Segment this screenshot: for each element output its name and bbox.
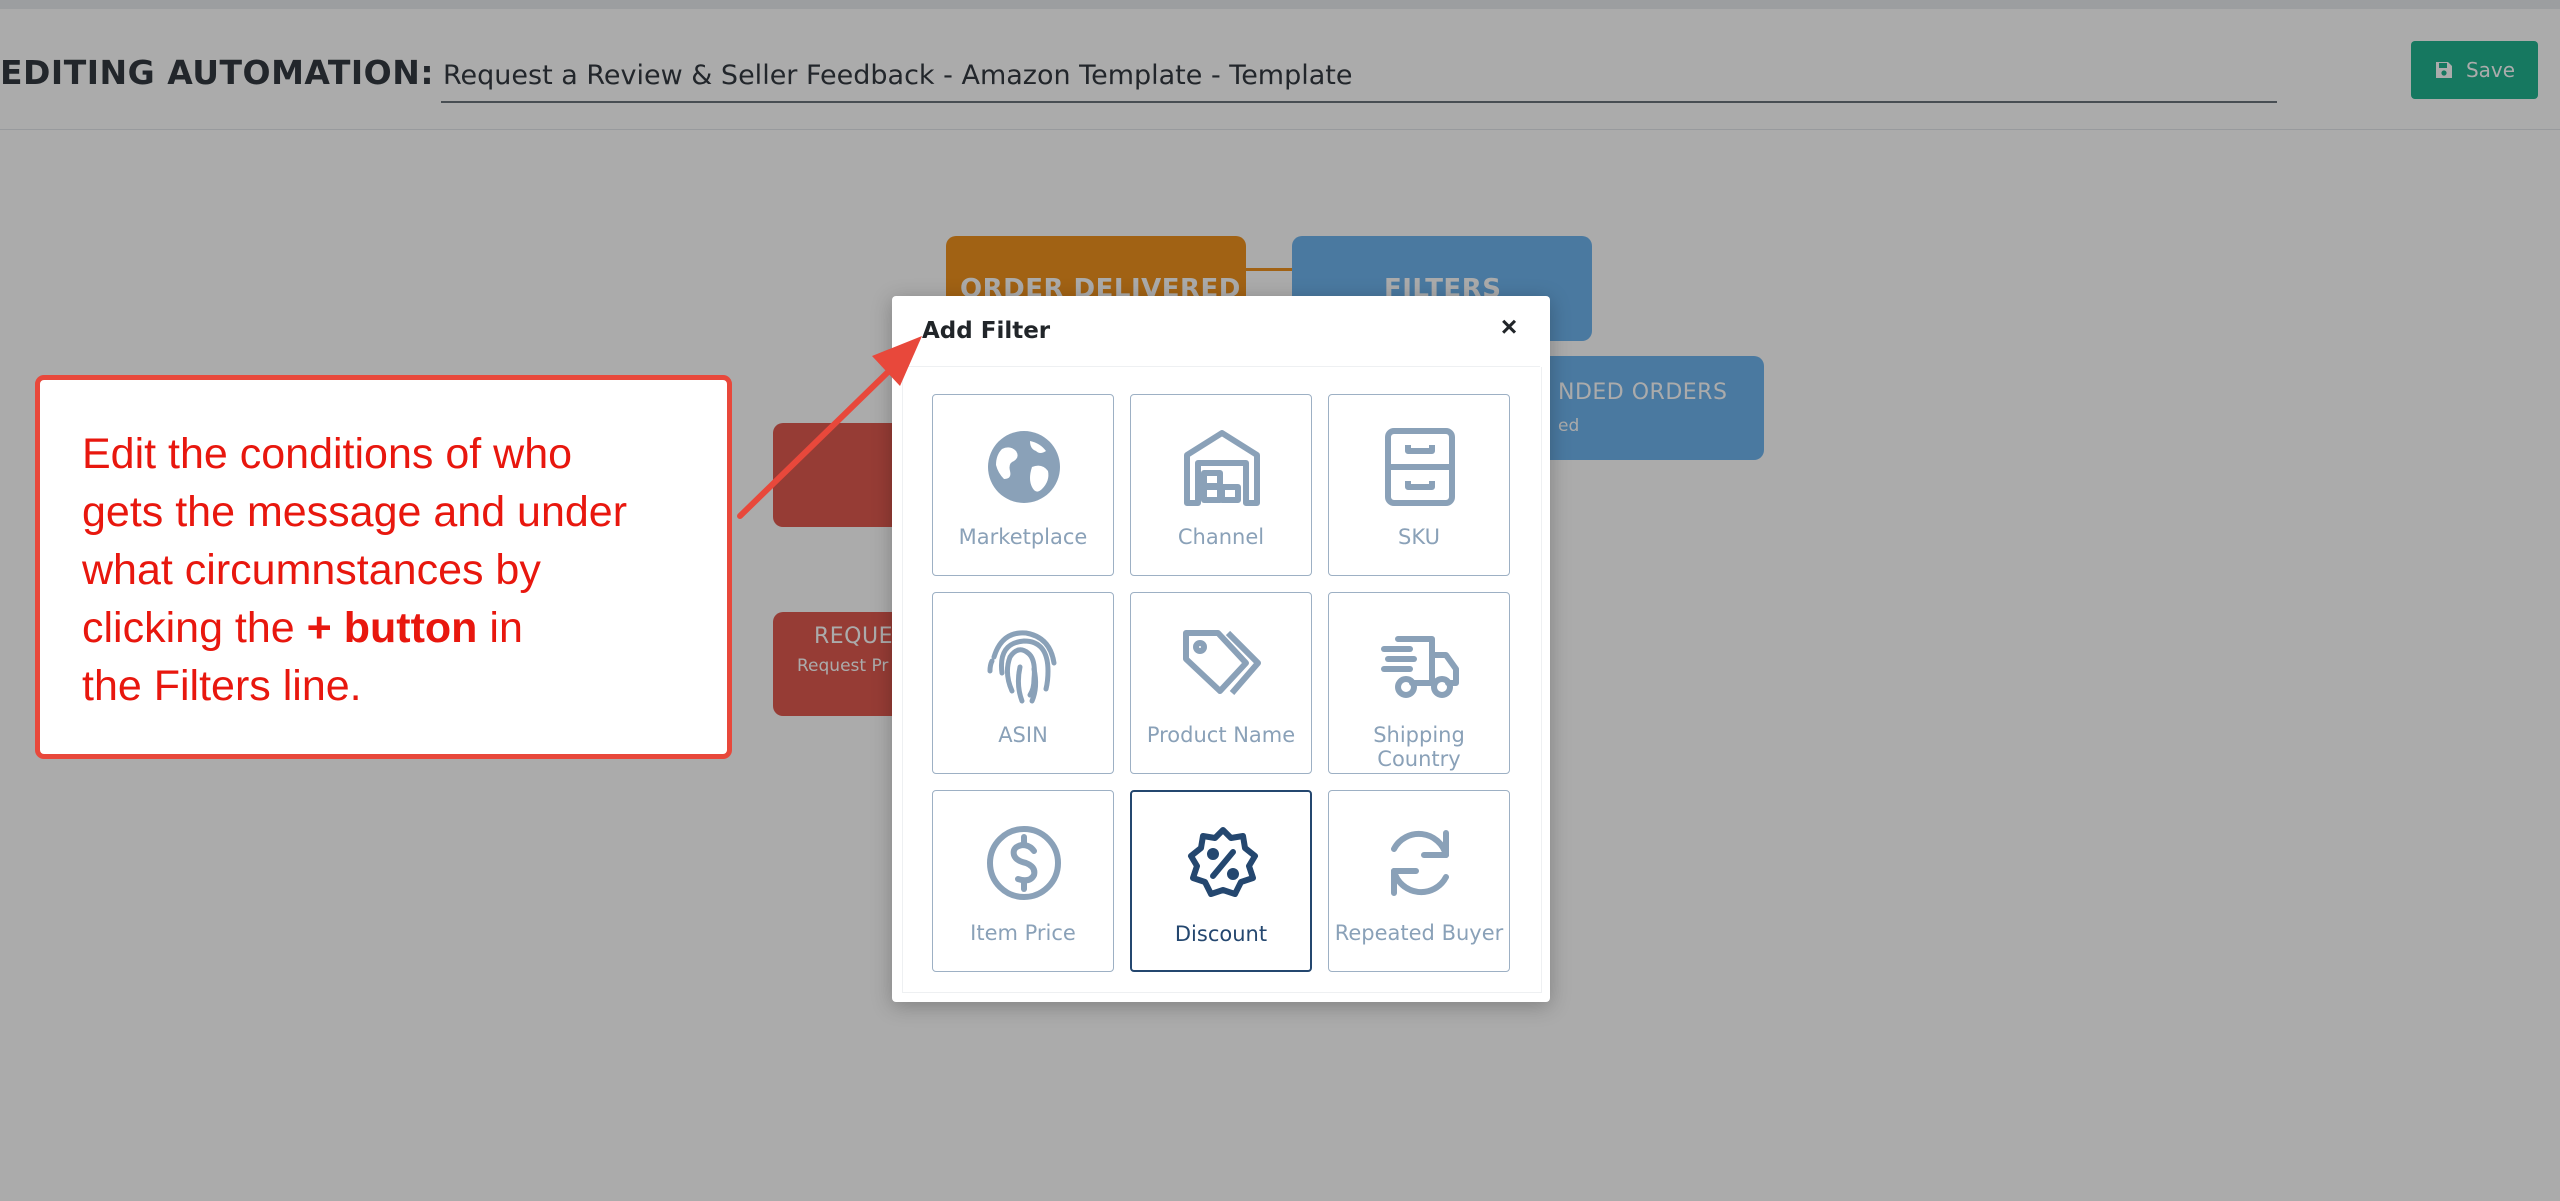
filter-tile-repeated-buyer[interactable]: Repeated Buyer (1328, 790, 1510, 972)
product-name-label: Product Name (1146, 723, 1296, 747)
callout-line-3: what circumnstances by (82, 546, 541, 594)
sku-label: SKU (1398, 525, 1440, 549)
callout-line-5: the Filters line. (82, 662, 362, 710)
filter-tile-product-name[interactable]: Product Name (1130, 592, 1312, 774)
callout-line-1: Edit the conditions of who (82, 430, 573, 478)
marketplace-label: Marketplace (958, 525, 1088, 549)
callout-line-2: gets the message and under (82, 488, 628, 536)
filter-tile-discount[interactable]: Discount (1130, 790, 1312, 972)
tags-icon (1183, 630, 1261, 695)
repeat-icon (1391, 830, 1449, 896)
fingerprint-icon (987, 630, 1057, 704)
page: EDITING AUTOMATION: Save ORDER DELIVERED… (0, 0, 2560, 1201)
add-filter-modal: Add Filter × Marketplace Channel SKU ASI… (892, 296, 1550, 1002)
shipping-truck-icon (1381, 636, 1459, 698)
repeated-buyer-label: Repeated Buyer (1334, 921, 1504, 945)
callout-text: Edit the conditions of who gets the mess… (82, 425, 722, 715)
dollar-circle-icon (987, 826, 1061, 900)
filter-tile-channel[interactable]: Channel (1130, 394, 1312, 576)
percent-badge-icon (1188, 827, 1258, 897)
filter-tile-sku[interactable]: SKU (1328, 394, 1510, 576)
filter-tile-shipping-country[interactable]: Shipping Country (1328, 592, 1510, 774)
filter-tile-marketplace[interactable]: Marketplace (932, 394, 1114, 576)
callout-plus-button-text: + button (306, 604, 478, 652)
callout-line-4-post: in (477, 604, 523, 652)
close-button[interactable]: × (1492, 310, 1526, 344)
file-cabinet-icon (1385, 428, 1455, 506)
modal-title: Add Filter (922, 318, 1051, 344)
channel-label: Channel (1177, 525, 1265, 549)
asin-label: ASIN (998, 723, 1048, 747)
item-price-label: Item Price (970, 921, 1076, 945)
warehouse-icon (1184, 430, 1260, 506)
callout-line-4-pre: clicking the (82, 604, 307, 652)
filter-tile-item-price[interactable]: Item Price (932, 790, 1114, 972)
globe-icon (988, 431, 1060, 503)
filter-tile-asin[interactable]: ASIN (932, 592, 1114, 774)
instruction-callout: Edit the conditions of who gets the mess… (35, 375, 732, 759)
discount-label: Discount (1174, 922, 1268, 946)
shipping-country-label: Shipping Country (1373, 723, 1465, 771)
